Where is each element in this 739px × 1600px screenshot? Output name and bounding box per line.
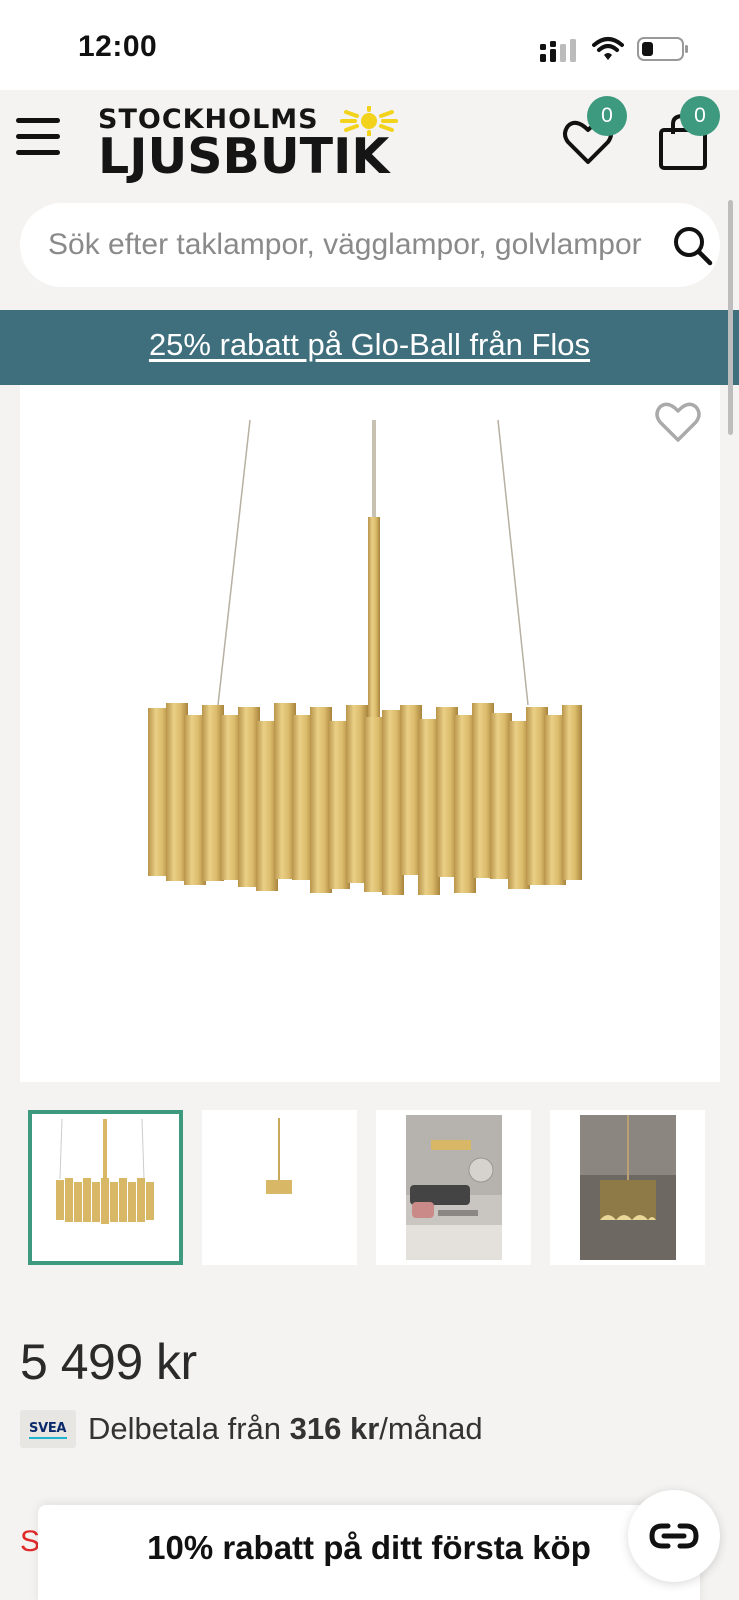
thumbnail-living-room-image [406,1115,502,1260]
battery-icon [637,37,688,61]
thumbnail-2[interactable] [202,1110,357,1265]
thumbnail-3[interactable] [376,1110,531,1265]
site-logo[interactable]: STOCKHOLMS LJUSBUTIK [98,104,428,182]
search-input[interactable] [48,221,658,269]
wishlist-count-badge: 0 [587,96,627,136]
cart-count-badge: 0 [680,96,720,136]
search-bar [20,203,720,287]
installment-amount: 316 kr [289,1411,380,1446]
installment-text: Delbetala från 316 kr/månad [88,1411,483,1446]
logo-text-bottom: LJUSBUTIK [98,128,390,185]
page: 12:00 STOCKHOLMS LJUSBUTIK 0 0 Sök efter… [0,0,739,1600]
first-purchase-discount-popup[interactable]: 10% rabatt på ditt första köp [38,1505,700,1600]
thumbnail-4[interactable] [550,1110,705,1265]
status-bar: 12:00 [0,0,739,90]
sale-label-peek: S [20,1525,41,1558]
thumbnail-gallery [28,1110,718,1265]
product-main-image[interactable] [20,385,720,1082]
promo-banner: 25% rabatt på Glo-Ball från Flos [0,310,739,385]
chat-icon [649,1523,699,1549]
status-time: 12:00 [78,30,158,63]
hamburger-menu-button[interactable] [16,118,62,162]
site-header: STOCKHOLMS LJUSBUTIK 0 0 [0,90,739,190]
sun-logo-icon [340,106,398,136]
product-price: 5 499 kr [20,1334,197,1390]
thumbnail-dark-room-image [580,1115,676,1260]
discount-popup-text: 10% rabatt på ditt första köp [147,1529,591,1566]
menu-icon [16,118,60,123]
cellular-signal-icon [540,39,576,62]
promo-link[interactable]: 25% rabatt på Glo-Ball från Flos [149,327,590,363]
chandelier-image [148,419,582,895]
thumbnail-chandelier-far-image [266,1118,292,1194]
thumbnail-1[interactable] [28,1110,183,1265]
favorite-heart-icon[interactable] [652,396,704,446]
wifi-icon [592,37,624,60]
thumbnail-chandelier-image [56,1118,154,1224]
svea-logo: SVEA [20,1410,76,1448]
page-scrollbar[interactable] [728,200,733,435]
search-icon[interactable] [670,223,714,267]
svea-logo-text: SVEA [29,1421,67,1436]
chat-button[interactable] [628,1490,720,1582]
